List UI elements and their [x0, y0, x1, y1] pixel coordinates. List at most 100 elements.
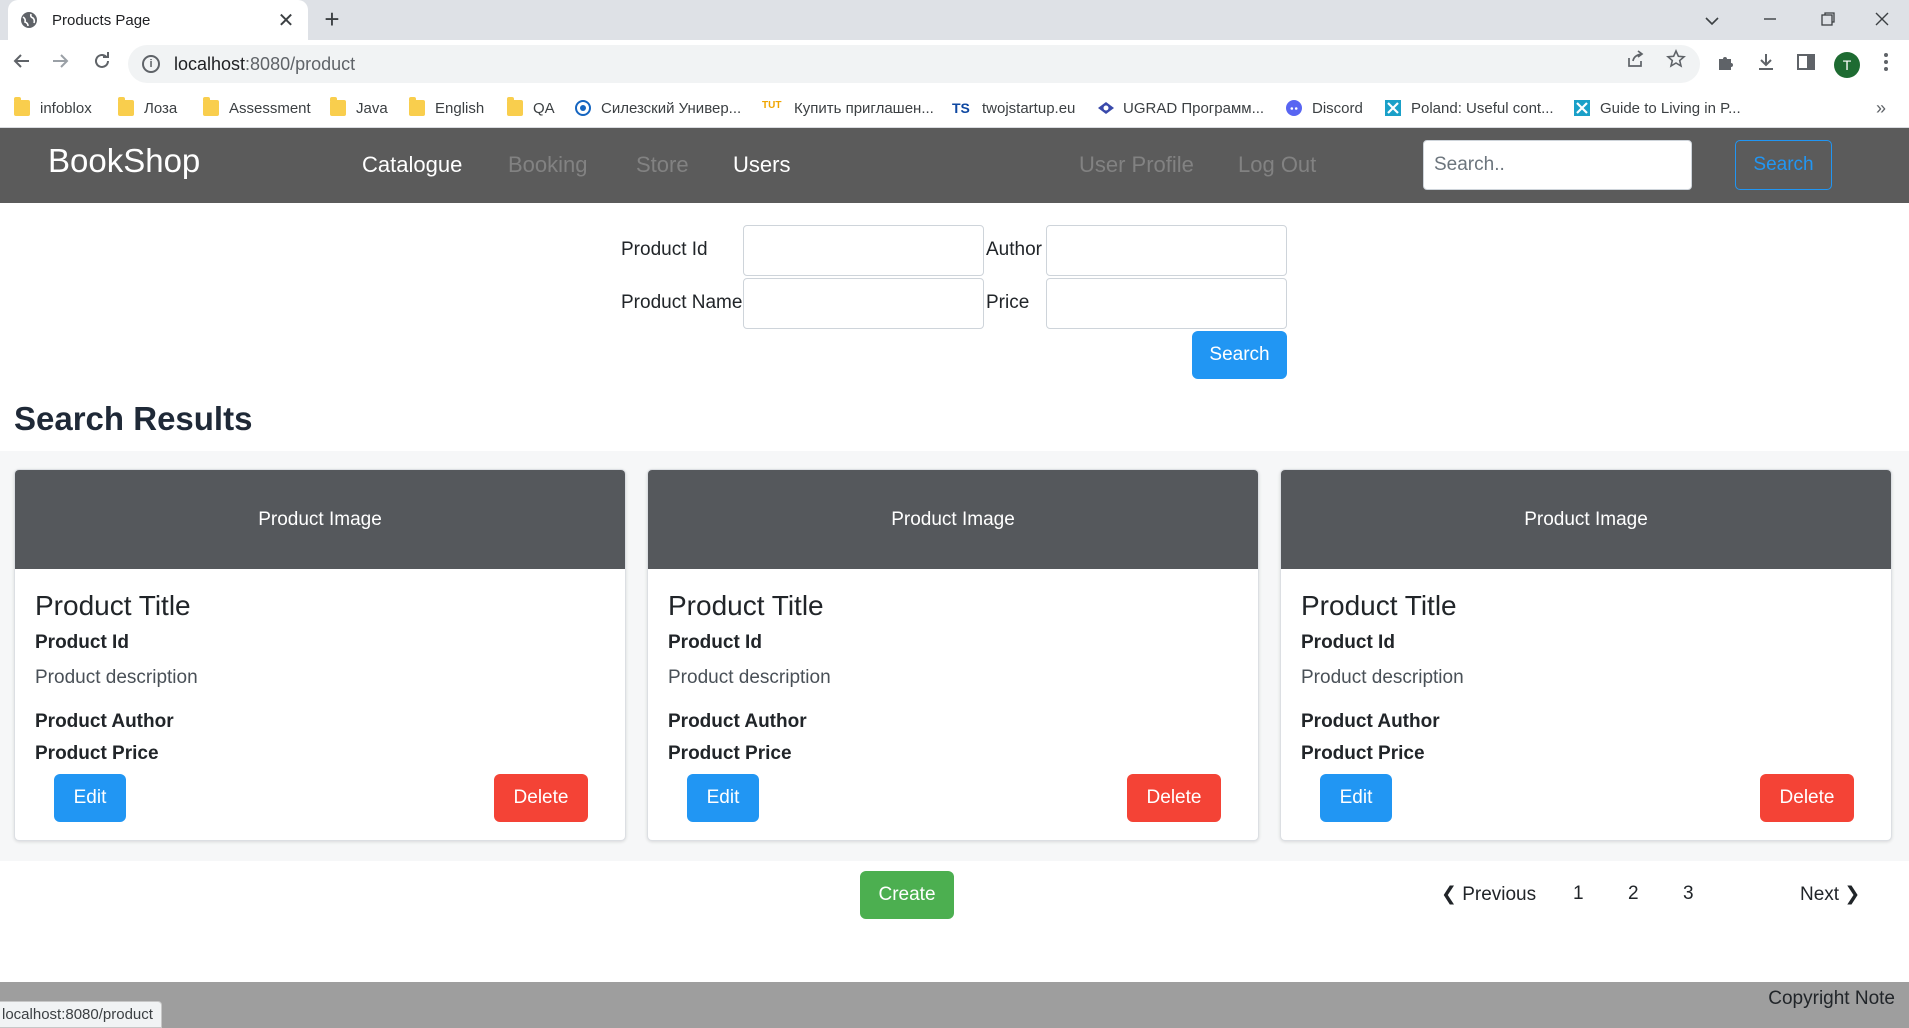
browser-toolbar: i localhost:8080/product T	[0, 40, 1909, 88]
folder-icon	[14, 97, 30, 116]
product-id-label: Product Id	[621, 239, 708, 260]
x-site-icon	[1574, 100, 1590, 116]
tab-search-chevron-icon[interactable]	[1694, 6, 1730, 34]
folder-icon	[330, 97, 346, 116]
price-input[interactable]	[1046, 278, 1287, 329]
folder-icon	[203, 97, 219, 116]
more-bookmarks-icon[interactable]: »	[1876, 98, 1886, 119]
bookmark-infoblox[interactable]: infoblox	[14, 96, 92, 120]
product-author: Product Author	[1301, 711, 1440, 732]
link-status-bubble: localhost:8080/product	[0, 1001, 162, 1028]
browser-tab-products[interactable]: Products Page ✕	[8, 0, 308, 40]
address-url: localhost:8080/product	[174, 53, 356, 74]
product-author: Product Author	[668, 711, 807, 732]
product-description: Product description	[35, 667, 198, 688]
bookmark-english[interactable]: English	[409, 96, 484, 120]
profile-avatar[interactable]: T	[1834, 52, 1860, 78]
nav-log-out[interactable]: Log Out	[1238, 152, 1316, 178]
restore-window-icon[interactable]	[1810, 6, 1846, 34]
product-title: Product Title	[35, 590, 191, 621]
edit-button[interactable]: Edit	[1320, 774, 1392, 822]
pagination-previous[interactable]: ❮ Previous	[1441, 883, 1536, 906]
product-id-input[interactable]	[743, 225, 984, 276]
bookmark-twojstartup[interactable]: TS twojstartup.eu	[952, 96, 1075, 120]
close-tab-icon[interactable]: ✕	[276, 8, 296, 33]
product-description: Product description	[668, 667, 831, 688]
product-title: Product Title	[1301, 590, 1457, 621]
minimize-window-icon[interactable]	[1752, 6, 1788, 34]
bookmark-qa[interactable]: QA	[507, 96, 555, 120]
delete-button[interactable]: Delete	[494, 774, 588, 822]
side-panel-icon[interactable]	[1793, 52, 1819, 78]
bookmark-silesian-university[interactable]: Силезский Универ...	[575, 96, 741, 120]
discord-icon	[1286, 100, 1302, 116]
product-card: Product Image Product Title Product Id P…	[1280, 469, 1892, 841]
share-icon[interactable]	[1626, 49, 1646, 69]
page-footer: Copyright Note	[0, 982, 1909, 1028]
nav-users[interactable]: Users	[733, 152, 790, 178]
product-image-placeholder: Product Image	[15, 470, 625, 569]
product-image-placeholder: Product Image	[648, 470, 1258, 569]
bookmark-loza[interactable]: Лоза	[118, 96, 177, 120]
pagination-page-2[interactable]: 2	[1628, 883, 1639, 905]
product-search-button[interactable]: Search	[1192, 331, 1287, 379]
close-window-icon[interactable]	[1864, 6, 1900, 34]
pagination-next[interactable]: Next ❯	[1800, 883, 1860, 906]
delete-button[interactable]: Delete	[1760, 774, 1854, 822]
bookmark-poland-useful-contacts[interactable]: Poland: Useful cont...	[1385, 96, 1554, 120]
pagination-page-1[interactable]: 1	[1573, 883, 1584, 905]
product-card: Product Image Product Title Product Id P…	[647, 469, 1259, 841]
edit-button[interactable]: Edit	[54, 774, 126, 822]
product-price: Product Price	[668, 743, 792, 764]
pagination-page-3[interactable]: 3	[1683, 883, 1694, 905]
product-title: Product Title	[668, 590, 824, 621]
download-icon[interactable]	[1753, 52, 1779, 78]
globe-icon	[20, 11, 38, 29]
product-id: Product Id	[35, 632, 129, 653]
copyright-note: Copyright Note	[1768, 988, 1895, 1009]
tab-title: Products Page	[52, 11, 151, 29]
bookmark-java[interactable]: Java	[330, 96, 388, 120]
price-label: Price	[986, 292, 1030, 313]
folder-icon	[507, 97, 523, 116]
nav-booking[interactable]: Booking	[508, 152, 588, 178]
x-site-icon	[1385, 100, 1401, 116]
create-button[interactable]: Create	[860, 871, 954, 919]
bookmark-discord[interactable]: Discord	[1286, 96, 1363, 120]
browser-tab-strip: Products Page ✕ +	[0, 0, 1909, 40]
nav-user-profile[interactable]: User Profile	[1079, 152, 1194, 178]
bookmark-assessment[interactable]: Assessment	[203, 96, 311, 120]
ugrad-icon	[1097, 100, 1114, 116]
address-bar[interactable]: i localhost:8080/product	[128, 45, 1700, 83]
brand-logo[interactable]: BookShop	[48, 142, 200, 180]
delete-button[interactable]: Delete	[1127, 774, 1221, 822]
navbar-search-input[interactable]	[1423, 140, 1692, 190]
forward-arrow-icon[interactable]	[46, 50, 74, 78]
bookmarks-bar: infoblox Лоза Assessment Java English QA…	[0, 88, 1909, 128]
site-info-icon[interactable]: i	[142, 55, 160, 73]
ts-icon: TS	[952, 100, 970, 116]
back-arrow-icon[interactable]	[8, 50, 36, 78]
bookmark-star-icon[interactable]	[1666, 49, 1686, 69]
author-input[interactable]	[1046, 225, 1287, 276]
reload-icon[interactable]	[88, 50, 116, 78]
nav-catalogue[interactable]: Catalogue	[362, 152, 462, 178]
product-price: Product Price	[35, 743, 159, 764]
new-tab-button[interactable]: +	[318, 6, 346, 34]
puzzle-icon[interactable]	[1713, 52, 1739, 78]
product-id: Product Id	[1301, 632, 1395, 653]
edit-button[interactable]: Edit	[687, 774, 759, 822]
bookmark-ugrad[interactable]: UGRAD Программ...	[1097, 96, 1264, 120]
bookmark-guide-living[interactable]: Guide to Living in P...	[1574, 96, 1741, 120]
product-image-placeholder: Product Image	[1281, 470, 1891, 569]
author-label: Author	[986, 239, 1042, 260]
nav-store[interactable]: Store	[636, 152, 689, 178]
kebab-menu-icon[interactable]	[1873, 52, 1899, 78]
product-price: Product Price	[1301, 743, 1425, 764]
product-name-input[interactable]	[743, 278, 984, 329]
tut-icon: TUT	[762, 100, 782, 111]
navbar-search-button[interactable]: Search	[1735, 140, 1832, 190]
folder-icon	[409, 97, 425, 116]
product-card: Product Image Product Title Product Id P…	[14, 469, 626, 841]
bookmark-tut[interactable]: TUT Купить приглашен...	[762, 96, 934, 120]
